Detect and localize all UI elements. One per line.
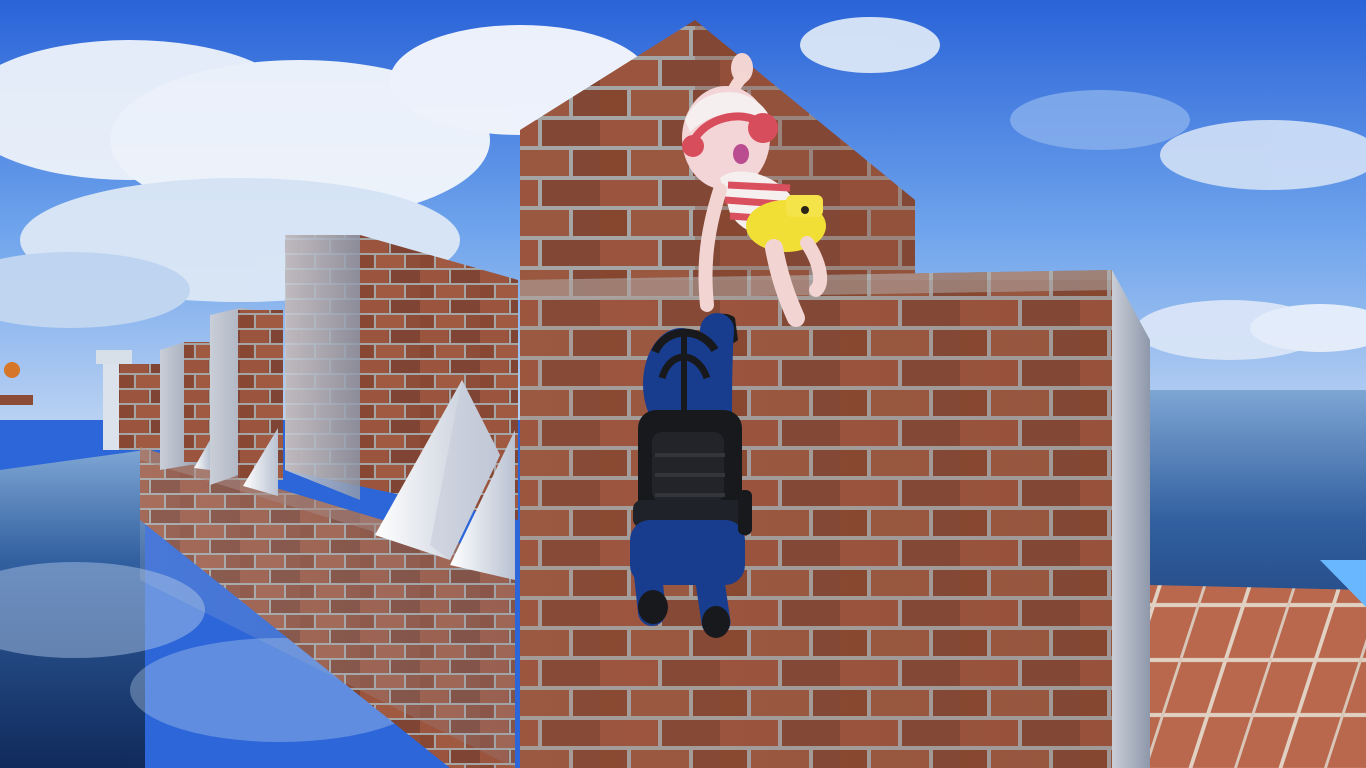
game-scene[interactable] [0, 0, 1366, 768]
floor-tiles [1150, 585, 1366, 768]
distant-wall-side [103, 364, 119, 450]
distant-wall-top [96, 350, 132, 364]
game-viewport[interactable] [0, 0, 1366, 768]
distant-platform [0, 395, 33, 405]
distant-lantern [4, 362, 20, 378]
